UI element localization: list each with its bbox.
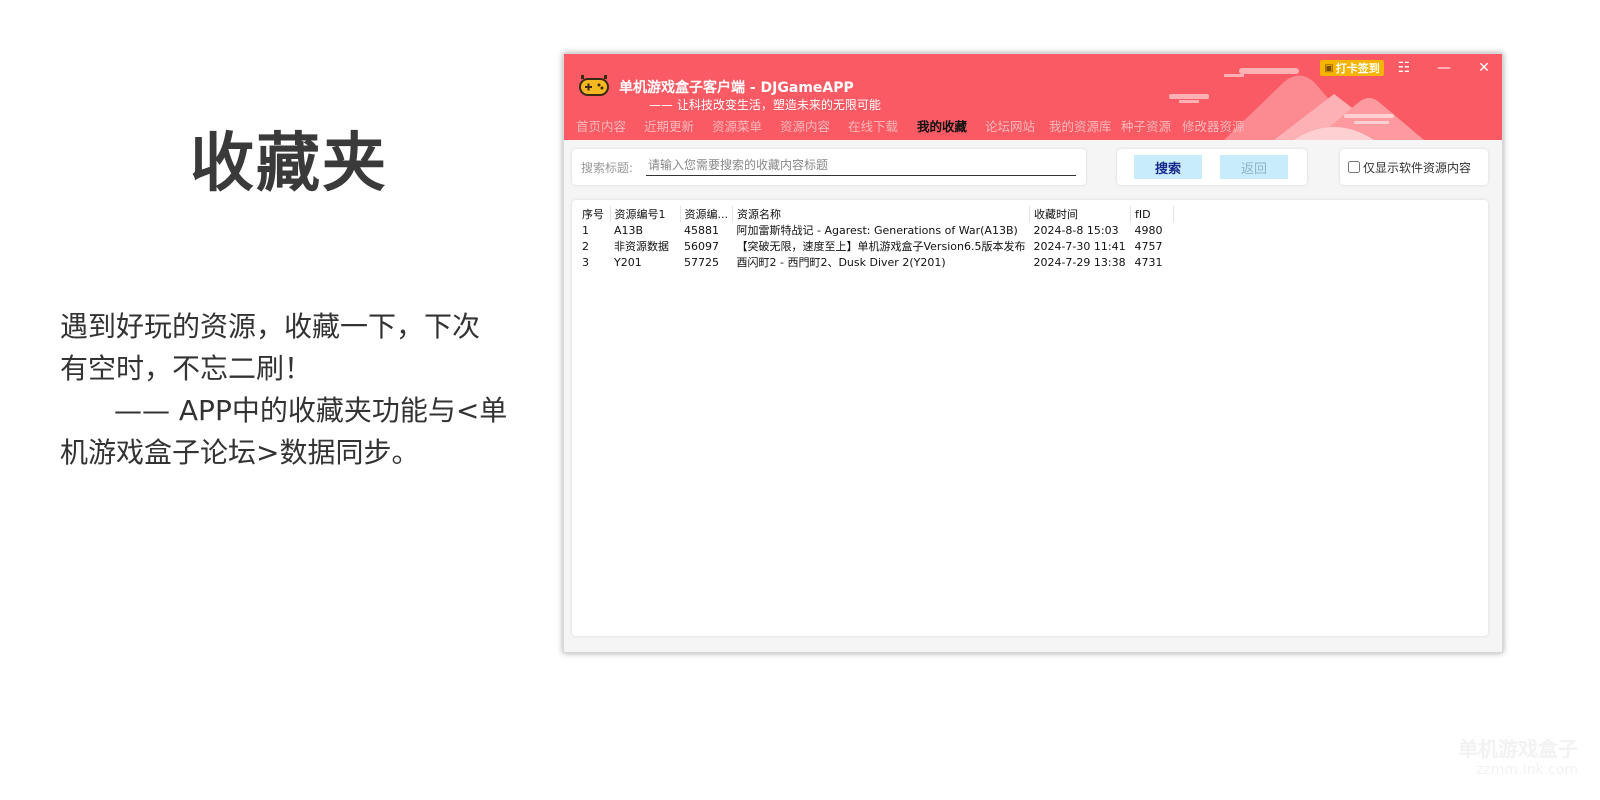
search-input[interactable]: [646, 154, 1076, 176]
table-cell: 2024-7-30 11:41: [1033, 239, 1126, 253]
table-cell: 【突破无限，速度至上】单机游戏盒子Version6.5版本发布: [736, 240, 1026, 253]
nav-item-resource-menu[interactable]: 资源菜单: [712, 116, 762, 135]
back-button[interactable]: 返回: [1220, 155, 1288, 179]
table-cell: 4731: [1134, 255, 1163, 269]
title-bar[interactable]: 单机游戏盒子客户端 - DJGameAPP —— 让科技改变生活，塑造未来的无限…: [564, 54, 1502, 140]
column-header[interactable]: 资源名称: [732, 206, 1030, 222]
nav-item-favorites[interactable]: 我的收藏: [917, 116, 967, 135]
column-header[interactable]: 资源编号1: [610, 206, 681, 222]
table-cell: 2024-7-29 13:38: [1033, 255, 1126, 269]
nav-item-my-library[interactable]: 我的资源库: [1049, 116, 1112, 135]
nav-item-online-download[interactable]: 在线下载: [848, 116, 898, 135]
table-cell: 1: [582, 223, 589, 237]
app-subtitle: —— 让科技改变生活，塑造未来的无限可能: [649, 98, 881, 112]
app-window: 单机游戏盒子客户端 - DJGameAPP —— 让科技改变生活，塑造未来的无限…: [563, 53, 1503, 653]
table-header-row: 序号 资源编号1 资源编... 资源名称 收藏时间 fID: [578, 206, 1174, 222]
favorites-table: 序号 资源编号1 资源编... 资源名称 收藏时间 fID 1 A13B 458…: [578, 206, 1174, 270]
watermark-line-1: 单机游戏盒子: [1458, 737, 1578, 761]
column-header[interactable]: fID: [1130, 206, 1174, 222]
table-row[interactable]: 2 非资源数据 56097 【突破无限，速度至上】单机游戏盒子Version6.…: [578, 238, 1173, 254]
table-cell: 4980: [1134, 223, 1163, 237]
promo-line-2: 有空时，不忘二刷！: [60, 352, 313, 385]
watermark: 单机游戏盒子 zzmm.Ink.com: [1458, 733, 1578, 778]
column-header[interactable]: 资源编...: [680, 206, 733, 222]
nav-item-forum[interactable]: 论坛网站: [985, 116, 1035, 135]
nav-item-trainers[interactable]: 修改器资源: [1182, 116, 1245, 135]
search-button-group: 搜索 返回: [1117, 149, 1307, 185]
checkin-label: 打卡签到: [1335, 62, 1380, 75]
table-cell: 56097: [684, 239, 719, 253]
favorites-grid: 序号 资源编号1 资源编... 资源名称 收藏时间 fID 1 A13B 458…: [572, 200, 1488, 636]
table-cell: 2024-8-8 15:03: [1033, 223, 1119, 237]
column-header[interactable]: 序号: [578, 206, 611, 222]
software-filter: 仅显示软件资源内容: [1340, 149, 1488, 185]
search-button[interactable]: 搜索: [1134, 155, 1202, 179]
promo-description: 遇到好玩的资源，收藏一下，下次 有空时，不忘二刷！ —— APP中的收藏夹功能与…: [60, 306, 540, 474]
promo-line-3: —— APP中的收藏夹功能与<单: [114, 394, 508, 427]
nav-item-recent[interactable]: 近期更新: [644, 116, 694, 135]
table-cell: 57725: [684, 255, 719, 269]
watermark-line-2: zzmm.Ink.com: [1476, 762, 1578, 778]
table-cell: 非资源数据: [614, 240, 669, 253]
ticket-icon: ▣: [1324, 62, 1334, 74]
column-header[interactable]: 收藏时间: [1029, 206, 1131, 222]
nav-item-home[interactable]: 首页内容: [576, 116, 626, 135]
nav-item-torrents[interactable]: 种子资源: [1121, 116, 1171, 135]
search-label: 搜索标题:: [581, 161, 634, 175]
gamepad-icon: [579, 75, 609, 96]
close-button[interactable]: ✕: [1472, 58, 1496, 78]
table-cell: Y201: [614, 255, 642, 269]
table-row[interactable]: 1 A13B 45881 阿加雷斯特战记 - Agarest: Generati…: [578, 222, 1173, 238]
software-only-checkbox[interactable]: [1348, 161, 1360, 173]
promo-title: 收藏夹: [190, 127, 388, 201]
promo-line-1: 遇到好玩的资源，收藏一下，下次: [60, 310, 481, 343]
table-cell: 2: [582, 239, 589, 253]
checkin-button[interactable]: ▣ 打卡签到: [1320, 60, 1384, 76]
menu-icon[interactable]: ☷: [1392, 58, 1416, 78]
table-cell: 4757: [1134, 239, 1163, 253]
table-cell: A13B: [614, 223, 644, 237]
software-only-label[interactable]: 仅显示软件资源内容: [1363, 159, 1471, 176]
minimize-button[interactable]: —: [1432, 58, 1456, 78]
table-cell: 阿加雷斯特战记 - Agarest: Generations of War(A1…: [736, 224, 1018, 237]
table-row[interactable]: 3 Y201 57725 酉闪町2 - 西門町2、Dusk Diver 2(Y2…: [578, 254, 1173, 270]
app-title: 单机游戏盒子客户端 - DJGameAPP: [619, 80, 854, 96]
promo-line-4: 机游戏盒子论坛>数据同步。: [60, 436, 420, 469]
nav-item-resource-content[interactable]: 资源内容: [780, 116, 830, 135]
search-box: 搜索标题:: [572, 149, 1086, 185]
table-cell: 3: [582, 255, 589, 269]
table-cell: 酉闪町2 - 西門町2、Dusk Diver 2(Y201): [736, 256, 946, 269]
table-cell: 45881: [684, 223, 719, 237]
